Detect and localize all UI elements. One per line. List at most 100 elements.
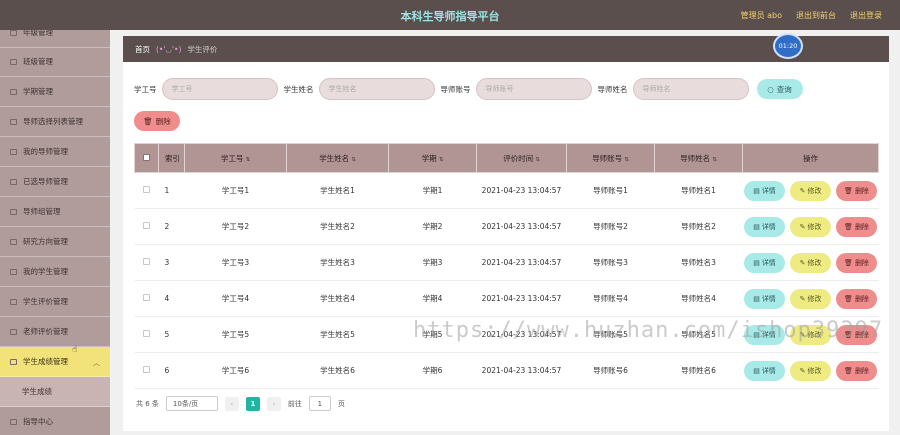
sort-icon[interactable]: ⇅ [624,157,629,163]
sidebar-item-class[interactable]: 班级管理 [0,47,110,77]
main-panel: 首页 (•'◡'•) 学生评价 学工号 学工号 学生姓名 学生姓名 导师账号 导… [123,36,889,431]
sidebar-item-my-students[interactable]: 我的学生管理 [0,257,110,287]
row-checkbox[interactable] [143,222,150,229]
logout-link[interactable]: 退出登录 [850,10,882,21]
sidebar-item-tutor-selection[interactable]: 导师选择列表管理 [0,107,110,137]
col-student-no[interactable]: 学工号 ⇅ [184,143,287,173]
detail-button[interactable]: ▤ 详情 [744,252,785,273]
student-no-input[interactable]: 学工号 [161,78,278,100]
sort-icon[interactable]: ⇅ [712,157,717,163]
goto-page-input[interactable]: 1 [308,396,331,411]
row-checkbox[interactable] [143,294,150,301]
delete-button[interactable]: 🗑 删除 [836,216,877,237]
header-actions: 管理员 abo 退出到前台 退出登录 [741,10,882,21]
trash-icon: 🗑 [143,116,153,126]
menu-icon [10,58,17,65]
row-checkbox[interactable] [143,366,150,373]
tutor-name-input[interactable]: 导师姓名 [632,78,749,100]
sidebar-item-student-eval[interactable]: 学生评价管理 [0,287,110,317]
sort-icon[interactable]: ⇅ [351,157,356,163]
pencil-icon: ✎ [799,222,806,231]
menu-icon [10,88,17,95]
col-eval-time[interactable]: 评价时间 ⇅ [476,143,567,173]
row-actions: ▤ 详情 ✎ 修改 🗑 删除 [744,180,877,201]
row-select-cell[interactable] [134,316,159,353]
label-tutor-account: 导师账号 [440,84,471,94]
cell-tutor-account: 导师账号3 [566,244,655,281]
row-select-cell[interactable] [134,244,159,281]
cell-actions: ▤ 详情 ✎ 修改 🗑 删除 [742,280,879,317]
col-student-name[interactable]: 学生姓名 ⇅ [286,143,389,173]
cell-eval-time: 2021-04-23 13:04:57 [476,208,567,245]
row-select-cell[interactable] [134,280,159,317]
detail-button[interactable]: ▤ 详情 [744,216,785,237]
cell-student-name: 学生姓名1 [286,172,389,209]
sidebar-item-teacher-eval[interactable]: 老师评价管理 [0,317,110,347]
edit-button[interactable]: ✎ 修改 [790,288,831,309]
detail-button[interactable]: ▤ 详情 [744,360,785,381]
delete-button[interactable]: 🗑 删除 [836,252,877,273]
sidebar-item-selected-tutor[interactable]: 已选导师管理 [0,167,110,197]
delete-button[interactable]: 🗑 删除 [836,180,877,201]
sidebar-item-my-tutor[interactable]: 我的导师管理 [0,137,110,167]
row-checkbox[interactable] [143,330,150,337]
cell-student-no: 学工号1 [184,172,287,209]
trash-icon: 🗑 [844,294,853,303]
page-size-select[interactable]: 10条/页 [165,396,218,411]
sidebar-item-tutor-group[interactable]: 导师组管理 [0,197,110,227]
sort-icon[interactable]: ⇅ [439,157,444,163]
batch-delete-button[interactable]: 🗑 删除 [134,111,180,131]
trash-icon: 🗑 [844,186,853,195]
select-all-cell[interactable] [134,143,159,173]
tutor-account-input[interactable]: 导师账号 [475,78,592,100]
menu-icon [10,418,17,425]
edit-button[interactable]: ✎ 修改 [790,252,831,273]
row-checkbox[interactable] [143,258,150,265]
cell-term: 学期3 [388,244,477,281]
back-to-front-link[interactable]: 退出到前台 [796,10,836,21]
row-checkbox[interactable] [143,186,150,193]
next-page-button[interactable]: › [266,396,281,411]
sidebar-item-guidance[interactable]: 指导中心 [0,407,110,435]
edit-button[interactable]: ✎ 修改 [790,360,831,381]
detail-button[interactable]: ▤ 详情 [744,180,785,201]
edit-button[interactable]: ✎ 修改 [790,216,831,237]
sidebar-subitem-scores[interactable]: 学生成绩 [0,377,110,407]
label-tutor-name: 导师姓名 [597,84,628,94]
cell-student-no: 学工号5 [184,316,287,353]
row-select-cell[interactable] [134,208,159,245]
cell-term: 学期1 [388,172,477,209]
delete-button[interactable]: 🗑 删除 [836,360,877,381]
sidebar-item-scores[interactable]: 学生成绩管理 ︿ [0,347,110,377]
cell-tutor-account: 导师账号6 [566,352,655,389]
watermark: https://www.huzhan.com/ishop39397 [413,318,884,343]
detail-button[interactable]: ▤ 详情 [744,288,785,309]
floating-clock: 01:20 [773,33,803,59]
cell-actions: ▤ 详情 ✎ 修改 🗑 删除 [742,208,879,245]
sidebar-item-grade[interactable]: 年级管理 [0,30,110,48]
query-button[interactable]: ○ 查询 [756,79,803,99]
sort-icon[interactable]: ⇅ [245,157,250,163]
edit-button[interactable]: ✎ 修改 [790,180,831,201]
cell-eval-time: 2021-04-23 13:04:57 [476,352,567,389]
cell-tutor-account: 导师账号4 [566,280,655,317]
col-tutor-name[interactable]: 导师姓名 ⇅ [654,143,743,173]
prev-page-button[interactable]: ‹ [224,396,239,411]
table-row: 1 学工号1 学生姓名1 学期1 2021-04-23 13:04:57 导师账号1 导师姓… [134,172,879,209]
row-select-cell[interactable] [134,172,159,209]
sidebar-item-term[interactable]: 学期管理 [0,77,110,107]
sidebar: 年级管理 班级管理 学期管理 导师选择列表管理 我的导师管理 已选导师管理 导师… [0,30,110,435]
page-number[interactable]: 1 [245,396,260,411]
label-student-name: 学生姓名 [283,84,314,94]
pencil-icon: ✎ [799,258,806,267]
select-all-checkbox[interactable] [143,153,150,161]
col-tutor-account[interactable]: 导师账号 ⇅ [566,143,655,173]
breadcrumb-emoticon: (•'◡'•) [156,44,182,54]
breadcrumb-home[interactable]: 首页 [135,44,150,55]
sidebar-item-research[interactable]: 研究方向管理 [0,227,110,257]
sort-icon[interactable]: ⇅ [535,157,540,163]
student-name-input[interactable]: 学生姓名 [318,78,435,100]
row-select-cell[interactable] [134,352,159,389]
col-term[interactable]: 学期 ⇅ [388,143,477,173]
delete-button[interactable]: 🗑 删除 [836,288,877,309]
